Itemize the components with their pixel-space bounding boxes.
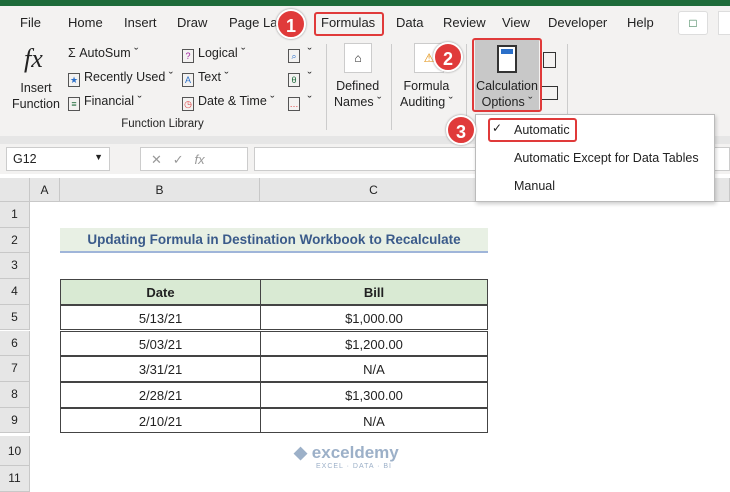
sigma-icon: Σ	[68, 46, 80, 60]
row-header[interactable]: 9	[0, 407, 30, 434]
row-header[interactable]: 2	[0, 227, 30, 254]
enter-icon[interactable]: ✓	[173, 152, 184, 167]
sheet-title: Updating Formula in Destination Workbook…	[60, 228, 488, 253]
bill-cell[interactable]: $1,200.00	[260, 330, 488, 357]
name-box[interactable]: G12 ▼	[6, 147, 110, 171]
menu-item-automatic-except-tables[interactable]: Automatic Except for Data Tables	[514, 151, 699, 165]
row-header[interactable]: 5	[0, 304, 30, 331]
text-icon: A	[182, 73, 194, 87]
lookup-icon: ⌕	[288, 49, 300, 63]
tab-view[interactable]: View	[502, 15, 530, 30]
cancel-icon[interactable]: ✕	[151, 152, 162, 167]
recently-used-button[interactable]: ★ Recently Used ˇ	[68, 70, 173, 87]
row-header[interactable]: 1	[0, 202, 30, 228]
tag-icon: ⌂	[344, 43, 372, 73]
financial-button[interactable]: ≡ Financial ˇ	[68, 94, 142, 111]
header-date: Date	[60, 279, 261, 305]
text-button[interactable]: A Text ˇ	[182, 70, 229, 87]
insert-function-icon[interactable]: fx	[195, 152, 205, 167]
formula-buttons: ✕ ✓ fx	[140, 147, 248, 171]
insert-function-button[interactable]: Insert Function	[12, 80, 60, 112]
divider	[326, 44, 327, 130]
watermark: ◆ exceldemy EXCEL · DATA · BI	[294, 443, 399, 470]
logo-icon: ◆	[294, 443, 312, 462]
autosum-button[interactable]: Σ AutoSum ˇ	[68, 46, 138, 60]
date-cell[interactable]: 2/28/21	[60, 381, 261, 408]
row-header[interactable]: 7	[0, 356, 30, 382]
share-button[interactable]	[718, 11, 730, 35]
row-header[interactable]: 8	[0, 381, 30, 408]
date-cell[interactable]: 5/13/21	[60, 304, 261, 331]
lookup-button[interactable]: ⌕ ˇ	[288, 46, 312, 63]
database-icon: ≡	[68, 97, 80, 111]
highlight-calc-options	[472, 38, 542, 112]
calculate-now-icon[interactable]	[543, 52, 556, 68]
date-cell[interactable]: 3/31/21	[60, 356, 261, 382]
tab-help[interactable]: Help	[627, 15, 654, 30]
select-all[interactable]	[0, 178, 30, 202]
tab-draw[interactable]: Draw	[177, 15, 207, 30]
column-header-b[interactable]: B	[60, 178, 260, 202]
bill-cell[interactable]: $1,300.00	[260, 381, 488, 408]
date-time-button[interactable]: ◷ Date & Time ˇ	[182, 94, 274, 111]
theta-icon: θ	[288, 73, 300, 87]
column-header-a[interactable]: A	[30, 178, 60, 202]
highlight-automatic	[488, 118, 577, 142]
date-cell[interactable]: 2/10/21	[60, 407, 261, 434]
bill-cell[interactable]: N/A	[260, 407, 488, 434]
step-badge-1: 1	[276, 9, 306, 39]
calculate-sheet-icon[interactable]	[541, 86, 558, 100]
row-header[interactable]: 10	[0, 436, 30, 466]
bill-cell[interactable]: N/A	[260, 356, 488, 382]
star-icon: ★	[68, 73, 80, 87]
divider	[391, 44, 392, 130]
menu-item-manual[interactable]: Manual	[514, 179, 555, 193]
tab-developer[interactable]: Developer	[548, 15, 607, 30]
formula-auditing-button[interactable]: Formula Auditing ˇ	[400, 78, 453, 110]
tab-home[interactable]: Home	[68, 15, 103, 30]
step-badge-2: 2	[433, 42, 463, 72]
question-icon: ?	[182, 49, 194, 63]
row-header[interactable]: 3	[0, 253, 30, 280]
tab-review[interactable]: Review	[443, 15, 486, 30]
bill-cell[interactable]: $1,000.00	[260, 304, 488, 331]
date-cell[interactable]: 5/03/21	[60, 330, 261, 357]
step-badge-3: 3	[446, 115, 476, 145]
tab-file[interactable]: File	[20, 15, 41, 30]
clock-icon: ◷	[182, 97, 194, 111]
more-functions-button[interactable]: … ˇ	[288, 94, 312, 111]
header-bill: Bill	[260, 279, 488, 305]
more-icon: …	[288, 97, 300, 111]
row-header[interactable]: 6	[0, 330, 30, 357]
tab-page-layout[interactable]: Page Layout	[229, 15, 279, 30]
column-header-c[interactable]: C	[260, 178, 488, 202]
math-button[interactable]: θ ˇ	[288, 70, 312, 87]
row-header[interactable]: 4	[0, 279, 30, 305]
logical-button[interactable]: ? Logical ˇ	[182, 46, 245, 63]
fx-icon: fx	[24, 44, 43, 73]
comments-icon[interactable]: □	[678, 11, 708, 35]
highlight-formulas	[314, 12, 384, 36]
tab-data[interactable]: Data	[396, 15, 423, 30]
defined-names-button[interactable]: Defined Names ˇ	[334, 78, 381, 110]
group-label-function-library: Function Library	[121, 118, 204, 130]
tab-insert[interactable]: Insert	[124, 15, 157, 30]
